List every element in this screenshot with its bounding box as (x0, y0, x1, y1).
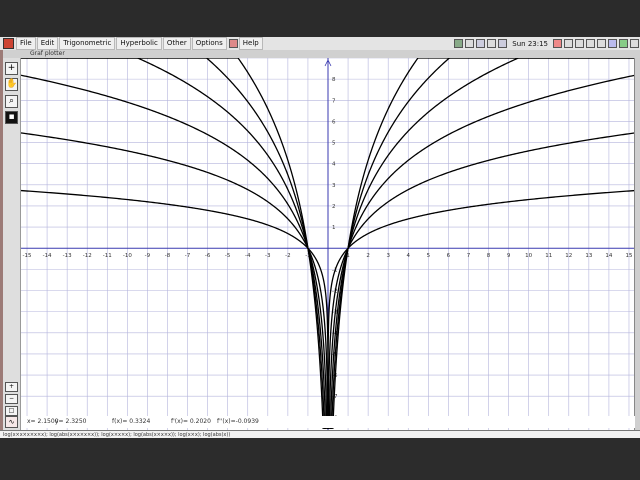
x-tick-label: 5 (427, 253, 431, 259)
curve-right-1 (330, 57, 635, 429)
x-tick-label: 11 (545, 253, 552, 259)
menu-options[interactable]: Options (191, 37, 227, 50)
control-strip-icon[interactable] (454, 39, 464, 48)
x-tick-label: -11 (103, 253, 112, 259)
curve-right-2 (329, 57, 635, 429)
y-tick-label: 7 (332, 98, 336, 104)
finder-icon[interactable] (619, 39, 628, 48)
menu-bar: File Edit Trigonometric Hyperbolic Other… (0, 37, 640, 51)
sound-icon[interactable] (487, 39, 497, 48)
select-tool-icon[interactable]: ▪ (5, 111, 18, 124)
monitor-icon[interactable] (465, 39, 475, 48)
window-title: Graf plotter (30, 50, 65, 57)
color-icon[interactable] (608, 39, 617, 48)
fit-view-icon[interactable]: □ (5, 406, 18, 416)
curve-left-0 (21, 57, 324, 429)
checkmark-icon[interactable] (553, 39, 562, 48)
y-tick-label: 2 (332, 204, 336, 210)
curve-left-2 (21, 57, 327, 429)
x-tick-label: -4 (245, 253, 251, 259)
settings-icon[interactable] (586, 39, 595, 48)
window-icon[interactable] (575, 39, 584, 48)
x-tick-label: -15 (23, 253, 32, 259)
menu-hyperbolic[interactable]: Hyperbolic (116, 37, 162, 50)
graph-canvas[interactable]: -15 -14 -13 -12 -11 -10 -9 -8 -7 -6 -5 -4 -3 -2 -1 1 2 3 4… (20, 57, 636, 430)
x-tick-label: -9 (145, 253, 151, 259)
x-tick-label: 6 (447, 253, 451, 259)
menu-other[interactable]: Other (162, 37, 191, 50)
y-tick-label: 4 (332, 162, 336, 168)
printer-icon[interactable] (498, 39, 508, 48)
function-value-readout: f(x)= 0.3324 (112, 418, 151, 425)
folder-icon[interactable] (564, 39, 573, 48)
x-tick-label: -12 (83, 253, 92, 259)
network-icon[interactable] (476, 39, 486, 48)
application-menu-icon[interactable] (630, 39, 639, 48)
y-tick-label: 5 (332, 141, 336, 147)
menu-edit[interactable]: Edit (36, 37, 59, 50)
desktop: File Edit Trigonometric Hyperbolic Other… (0, 0, 640, 480)
x-tick-label: -2 (285, 253, 290, 259)
x-tick-label: 8 (487, 253, 491, 259)
tool-palette: + ✋ ⌕ ▪ + − □ ∿ (3, 58, 21, 430)
first-derivative-readout: f'(x)= 0.2020 (171, 418, 211, 425)
status-line: x= 2.1500 y= 2.3250 f(x)= 0.3324 f'(x)= … (21, 416, 635, 428)
desktop-background (0, 438, 640, 480)
zoom-in-icon[interactable]: + (5, 382, 18, 392)
plot-area[interactable]: -15 -14 -13 -12 -11 -10 -9 -8 -7 -6 -5 -4 -3 -2 -1 1 2 3 4… (20, 57, 636, 430)
x-tick-label: 10 (525, 253, 532, 259)
cursor-x-readout: x= 2.1500 (27, 418, 59, 425)
x-tick-label: 14 (605, 253, 612, 259)
y-tick-label: 3 (332, 183, 336, 189)
app-icon[interactable] (228, 39, 238, 48)
y-tick-label: 8 (332, 77, 336, 83)
x-tick-label: 13 (585, 253, 592, 259)
curve-left-1 (21, 57, 326, 429)
menu-help[interactable]: Help (238, 37, 263, 50)
plot-mode-icon[interactable]: ∿ (5, 416, 18, 428)
x-tick-label: -7 (185, 253, 191, 259)
window-title-bar[interactable]: Graf plotter (0, 50, 640, 58)
hand-tool-icon[interactable]: ✋ (5, 78, 18, 91)
menu-file[interactable]: File (16, 37, 36, 50)
menu-clock[interactable]: Sun 23:15 (512, 40, 548, 48)
cursor-y-readout: y= 2.3250 (55, 418, 87, 425)
curve-right-0 (332, 57, 635, 429)
y-tick-label: 6 (332, 119, 336, 125)
x-tick-label: -6 (205, 253, 211, 259)
x-tick-label: 12 (565, 253, 572, 259)
x-tick-label: 7 (467, 253, 471, 259)
x-tick-label: 15 (625, 253, 632, 259)
right-scrollbar[interactable] (634, 58, 640, 430)
crosshair-tool-icon[interactable]: + (5, 62, 18, 75)
y-tick-label: 1 (332, 225, 336, 231)
x-tick-label: -10 (123, 253, 132, 259)
x-tick-label: 4 (407, 253, 411, 259)
x-tick-label: 2 (366, 253, 370, 259)
x-tick-label: 9 (507, 253, 511, 259)
x-tick-label: -5 (225, 253, 231, 259)
tools-icon[interactable] (597, 39, 606, 48)
menu-trigonometric[interactable]: Trigonometric (59, 37, 116, 50)
apple-menu-icon[interactable] (3, 38, 14, 49)
x-tick-label: -3 (265, 253, 271, 259)
x-tick-label: 3 (386, 253, 390, 259)
zoom-tool-icon[interactable]: ⌕ (5, 95, 18, 108)
zoom-out-icon[interactable]: − (5, 394, 18, 404)
x-tick-label: -8 (165, 253, 171, 259)
x-tick-label: -14 (43, 253, 52, 259)
second-derivative-readout: f''(x)=-0.0939 (217, 418, 259, 425)
x-tick-label: -13 (63, 253, 72, 259)
